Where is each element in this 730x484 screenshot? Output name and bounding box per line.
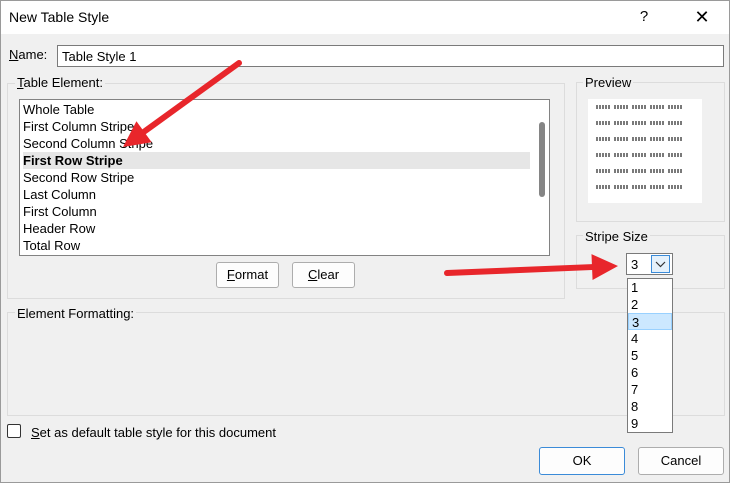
preview-cell (614, 137, 628, 141)
preview-cell (668, 169, 682, 173)
preview-cell (668, 153, 682, 157)
stripe-size-option[interactable]: 7 (628, 381, 672, 398)
preview-cell (596, 185, 610, 189)
table-style-preview (588, 99, 702, 203)
preview-cell (650, 185, 664, 189)
preview-cell (650, 137, 664, 141)
preview-cell (596, 105, 610, 109)
table-element-item[interactable]: Whole Table (23, 101, 530, 118)
table-element-item[interactable]: Last Column (23, 186, 530, 203)
table-element-item[interactable]: Total Row (23, 237, 530, 254)
preview-cell (668, 105, 682, 109)
preview-cell (632, 169, 646, 173)
preview-cell (632, 105, 646, 109)
preview-cell (650, 105, 664, 109)
table-element-item[interactable]: Header Row (23, 220, 530, 237)
stripe-size-option[interactable]: 8 (628, 398, 672, 415)
preview-cell (614, 153, 628, 157)
set-default-checkbox[interactable] (7, 424, 21, 438)
preview-cell (596, 153, 610, 157)
stripe-size-option[interactable]: 6 (628, 364, 672, 381)
element-formatting-group (7, 312, 725, 416)
table-element-item[interactable]: First Column Stripe (23, 118, 530, 135)
table-element-list[interactable]: Whole Table First Column Stripe Second Col… (19, 99, 550, 256)
help-button[interactable]: ? (629, 3, 659, 31)
stripe-size-option[interactable]: 5 (628, 347, 672, 364)
stripe-size-option[interactable]: 9 (628, 415, 672, 432)
close-button[interactable]: ✕ (685, 3, 719, 31)
table-element-label: Table Element: (15, 75, 105, 90)
stripe-size-option[interactable]: 3 (628, 313, 672, 330)
preview-cell (668, 121, 682, 125)
stripe-size-select[interactable]: 3 (626, 253, 673, 275)
stripe-size-value: 3 (631, 257, 639, 272)
stripe-size-label: Stripe Size (583, 229, 650, 244)
preview-cell (596, 137, 610, 141)
preview-cell (632, 121, 646, 125)
preview-cell (596, 121, 610, 125)
cancel-button[interactable]: Cancel (638, 447, 724, 475)
table-element-item[interactable]: First Row Stripe (23, 152, 530, 169)
table-element-item[interactable]: Second Row Stripe (23, 169, 530, 186)
table-element-item[interactable]: First Column (23, 203, 530, 220)
stripe-size-option[interactable]: 1 (628, 279, 672, 296)
preview-cell (632, 137, 646, 141)
preview-cell (650, 121, 664, 125)
stripe-size-option[interactable]: 2 (628, 296, 672, 313)
preview-cell (650, 169, 664, 173)
name-label: Name: (9, 47, 48, 62)
preview-cell (614, 185, 628, 189)
element-formatting-label: Element Formatting: (15, 306, 137, 321)
list-scroll-thumb[interactable] (539, 122, 545, 197)
chevron-down-icon[interactable] (651, 255, 670, 273)
preview-cell (632, 153, 646, 157)
title-bar: New Table Style ? ✕ (1, 1, 729, 34)
stripe-size-option[interactable]: 4 (628, 330, 672, 347)
table-element-item[interactable]: Second Column Stripe (23, 135, 530, 152)
preview-cell (614, 169, 628, 173)
list-scrollbar[interactable] (533, 100, 549, 255)
preview-cell (614, 105, 628, 109)
preview-cell (632, 185, 646, 189)
stripe-size-dropdown[interactable]: 123456789 (627, 278, 673, 433)
ok-button[interactable]: OK (539, 447, 625, 475)
preview-cell (596, 169, 610, 173)
preview-cell (650, 153, 664, 157)
new-table-style-dialog: New Table Style ? ✕ Name: Table Element:… (0, 0, 730, 483)
preview-cell (614, 121, 628, 125)
dialog-title: New Table Style (9, 9, 110, 25)
preview-label: Preview (583, 75, 634, 90)
preview-cell (668, 185, 682, 189)
set-default-label: Set as default table style for this docu… (31, 425, 276, 440)
clear-button[interactable]: Clear (292, 262, 355, 288)
preview-cell (668, 137, 682, 141)
name-input[interactable] (57, 45, 724, 67)
format-button[interactable]: Format (216, 262, 279, 288)
